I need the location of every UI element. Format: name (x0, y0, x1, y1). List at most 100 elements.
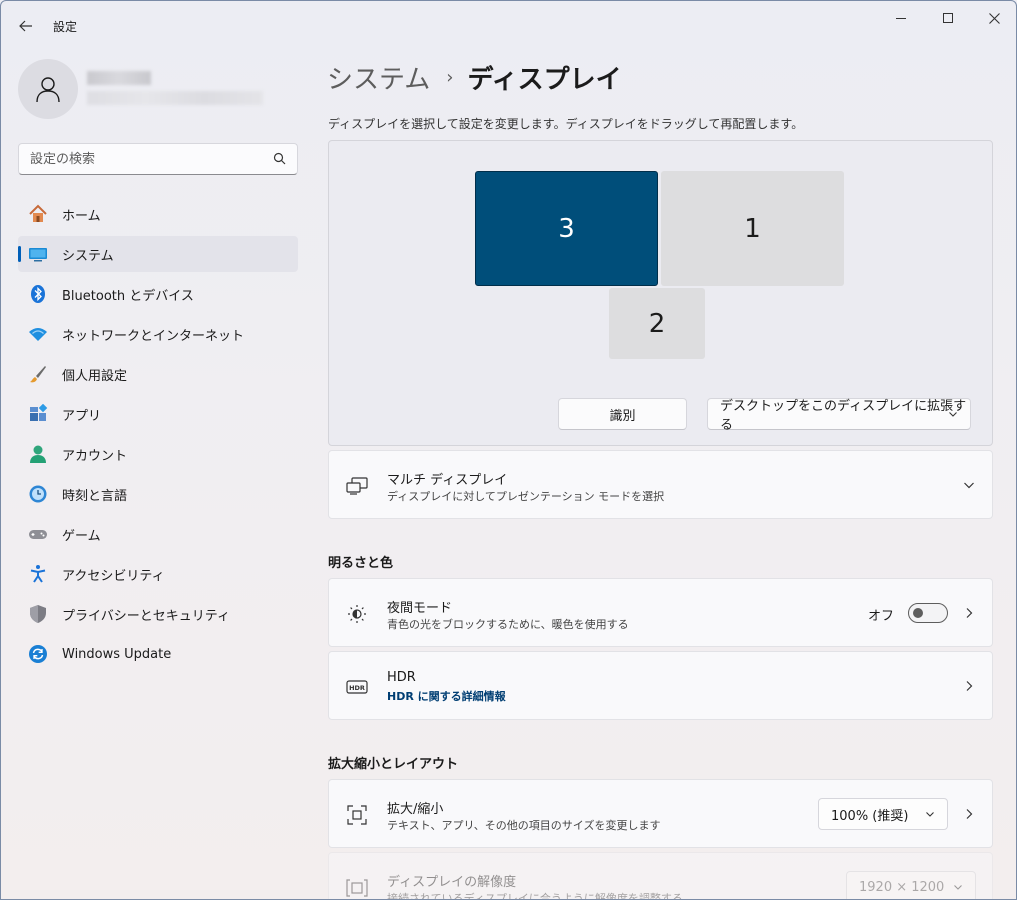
toggle-knob (913, 608, 923, 618)
brush-icon (28, 364, 48, 384)
sidebar-item-privacy[interactable]: プライバシーとセキュリティ (18, 596, 298, 632)
breadcrumb-separator-icon: › (446, 67, 454, 88)
resolution-title: ディスプレイの解像度 (387, 875, 517, 890)
sidebar-item-label: アプリ (62, 408, 102, 424)
chevron-right-icon[interactable] (962, 807, 976, 821)
scale-card[interactable]: 拡大/縮小 テキスト、アプリ、その他の項目のサイズを変更します 100% (推奨… (328, 779, 993, 848)
chevron-down-icon (953, 881, 963, 896)
scale-subtitle: テキスト、アプリ、その他の項目のサイズを変更します (387, 819, 661, 832)
sidebar-item-label: Bluetooth とデバイス (62, 288, 194, 304)
resolution-value: 1920 × 1200 (859, 879, 945, 895)
sidebar-item-time-language[interactable]: 時刻と言語 (18, 476, 298, 512)
scale-dropdown[interactable]: 100% (推奨) (818, 798, 948, 830)
maximize-icon[interactable] (925, 1, 971, 35)
display-description: ディスプレイを選択して設定を変更します。ディスプレイをドラッグして再配置します。 (328, 117, 804, 131)
sidebar-item-personalization[interactable]: 個人用設定 (18, 356, 298, 392)
section-heading-brightness: 明るさと色 (328, 556, 394, 571)
scale-value: 100% (推奨) (831, 808, 909, 824)
sidebar-item-label: システム (62, 248, 114, 264)
time-language-icon (28, 484, 48, 504)
chevron-right-icon[interactable] (962, 606, 976, 620)
chevron-down-icon (948, 408, 958, 423)
multi-display-icon (346, 475, 368, 497)
update-icon (28, 644, 48, 664)
svg-text:HDR: HDR (349, 684, 365, 692)
close-icon[interactable] (971, 1, 1016, 35)
sidebar-item-label: 時刻と言語 (62, 488, 128, 504)
night-light-toggle[interactable] (908, 603, 948, 623)
night-light-card[interactable]: 夜間モード 青色の光をブロックするために、暖色を使用する オフ (328, 578, 993, 647)
multi-display-title: マルチ ディスプレイ (387, 473, 508, 488)
sidebar-item-apps[interactable]: アプリ (18, 396, 298, 432)
resolution-card: ディスプレイの解像度 接続されているディスプレイに合うように解像度を調整する 1… (328, 852, 993, 900)
resolution-dropdown: 1920 × 1200 (846, 871, 976, 899)
gamepad-icon (28, 524, 48, 544)
sidebar-item-accounts[interactable]: アカウント (18, 436, 298, 472)
monitor-3[interactable]: 3 (475, 171, 658, 286)
display-arrangement-panel: 3 1 2 識別 デスクトップをこのディスプレイに拡張する (328, 140, 993, 446)
monitor-2[interactable]: 2 (609, 288, 705, 359)
night-light-icon (346, 603, 368, 625)
sidebar-item-windows-update[interactable]: Windows Update (18, 636, 298, 672)
home-icon (28, 204, 48, 224)
multi-display-subtitle: ディスプレイに対してプレゼンテーション モードを選択 (387, 490, 665, 503)
chevron-right-icon[interactable] (962, 679, 976, 693)
avatar[interactable] (18, 59, 78, 119)
scale-title: 拡大/縮小 (387, 802, 444, 817)
sidebar-item-label: Windows Update (62, 646, 172, 662)
extend-desktop-dropdown[interactable]: デスクトップをこのディスプレイに拡張する (707, 398, 971, 433)
sidebar-nav: ホーム システム Bluetooth とデバイス ネットワークとインターネット … (18, 196, 298, 676)
sidebar-item-label: ゲーム (62, 528, 101, 544)
sidebar-item-label: プライバシーとセキュリティ (62, 608, 230, 624)
search-icon[interactable] (273, 152, 286, 169)
sidebar-item-home[interactable]: ホーム (18, 196, 298, 232)
section-heading-scale-layout: 拡大縮小とレイアウト (328, 757, 459, 772)
page-title: ディスプレイ (467, 65, 622, 95)
sidebar-item-bluetooth[interactable]: Bluetooth とデバイス (18, 276, 298, 312)
search-input[interactable] (19, 144, 259, 174)
minimize-icon[interactable] (878, 1, 924, 35)
monitor-1[interactable]: 1 (661, 171, 844, 286)
night-light-title: 夜間モード (387, 601, 453, 616)
hdr-info-link[interactable]: HDR に関する詳細情報 (387, 688, 506, 704)
chevron-down-icon (925, 808, 935, 823)
hdr-icon: HDR (346, 676, 368, 698)
extend-desktop-label: デスクトップをこのディスプレイに拡張する (720, 399, 967, 433)
system-icon (28, 244, 48, 264)
accessibility-icon (28, 564, 48, 584)
sidebar-item-label: ホーム (62, 208, 101, 224)
scale-icon (346, 804, 368, 826)
search-box[interactable] (18, 143, 298, 175)
hdr-title: HDR (387, 670, 416, 685)
chevron-down-icon[interactable] (962, 478, 976, 492)
resolution-subtitle: 接続されているディスプレイに合うように解像度を調整する (387, 892, 683, 900)
sidebar-item-label: アクセシビリティ (62, 568, 165, 584)
sidebar-item-system[interactable]: システム (18, 236, 298, 272)
user-name-redacted (87, 71, 151, 85)
resolution-icon (346, 877, 368, 899)
title-bar: 設定 (1, 1, 1016, 49)
wifi-icon (28, 324, 48, 344)
app-title: 設定 (53, 20, 78, 34)
sidebar-item-network[interactable]: ネットワークとインターネット (18, 316, 298, 352)
sidebar-item-label: 個人用設定 (62, 368, 128, 384)
sidebar-item-gaming[interactable]: ゲーム (18, 516, 298, 552)
person-icon (36, 77, 60, 103)
shield-icon (28, 604, 48, 624)
user-email-redacted (87, 91, 263, 105)
breadcrumb-parent-link[interactable]: システム (327, 59, 430, 96)
night-light-state: オフ (867, 609, 894, 624)
back-arrow-icon[interactable] (11, 11, 41, 41)
identify-button[interactable]: 識別 (558, 398, 687, 430)
account-icon (28, 444, 48, 464)
night-light-subtitle: 青色の光をブロックするために、暖色を使用する (387, 618, 629, 631)
sidebar-item-accessibility[interactable]: アクセシビリティ (18, 556, 298, 592)
hdr-card[interactable]: HDR HDR HDR に関する詳細情報 (328, 651, 993, 720)
sidebar-item-label: アカウント (62, 448, 128, 464)
settings-window: 設定 ホーム システム (0, 0, 1017, 900)
breadcrumb: システム › ディスプレイ (327, 59, 622, 96)
sidebar-item-label: ネットワークとインターネット (62, 328, 245, 344)
multi-display-card[interactable]: マルチ ディスプレイ ディスプレイに対してプレゼンテーション モードを選択 (328, 450, 993, 519)
bluetooth-icon (28, 284, 48, 304)
apps-icon (28, 404, 48, 424)
